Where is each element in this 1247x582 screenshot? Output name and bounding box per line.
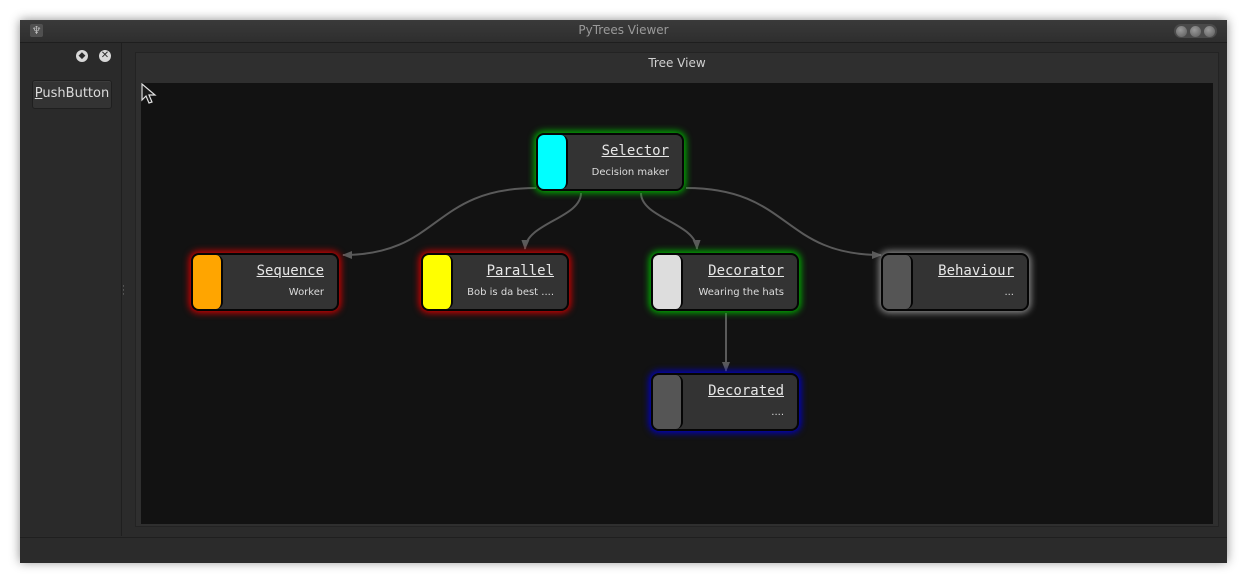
- edge-selector-decorator: [640, 192, 701, 250]
- node-description: ...: [1004, 287, 1014, 298]
- node-color-swatch: [653, 255, 683, 309]
- window-controls: [1174, 24, 1217, 38]
- splitter-handle[interactable]: · · ·: [122, 283, 125, 300]
- left-dock-panel: ◆ ✕ PushButton: [20, 43, 122, 536]
- minimize-button[interactable]: [1176, 25, 1187, 37]
- push-button-label: P: [34, 86, 43, 101]
- status-bar: [20, 537, 1227, 563]
- push-button[interactable]: PushButton: [32, 80, 112, 109]
- close-window-button[interactable]: [1204, 25, 1215, 37]
- close-icon[interactable]: ✕: [99, 50, 111, 62]
- node-decorator[interactable]: Decorator Wearing the hats: [651, 253, 799, 311]
- edge-selector-sequence: [342, 187, 537, 259]
- node-description: Bob is da best ....: [467, 287, 554, 298]
- node-decorated[interactable]: Decorated ....: [651, 373, 799, 431]
- node-name: Sequence: [256, 263, 324, 279]
- node-name: Decorator: [708, 263, 784, 279]
- float-icon[interactable]: ◆: [76, 50, 88, 62]
- title-bar[interactable]: ♆ PyTrees Viewer: [20, 20, 1227, 43]
- node-name: Parallel: [486, 263, 554, 279]
- node-color-swatch: [423, 255, 453, 309]
- node-color-swatch: [653, 375, 683, 429]
- edge-selector-behaviour: [685, 187, 882, 259]
- tree-view-title: Tree View: [648, 56, 706, 70]
- node-color-swatch: [538, 135, 568, 189]
- node-parallel[interactable]: Parallel Bob is da best ....: [421, 253, 569, 311]
- tree-view-dock: Tree View Selector Decision maker Sequen…: [135, 52, 1219, 527]
- node-name: Selector: [601, 143, 669, 159]
- node-selector[interactable]: Selector Decision maker: [536, 133, 684, 191]
- node-color-swatch: [883, 255, 913, 309]
- mouse-cursor-icon: [141, 83, 157, 104]
- edge-selector-parallel: [521, 192, 582, 250]
- node-description: Worker: [288, 287, 324, 298]
- node-behaviour[interactable]: Behaviour ...: [881, 253, 1029, 311]
- node-sequence[interactable]: Sequence Worker: [191, 253, 339, 311]
- main-window: ♆ PyTrees Viewer ◆ ✕ PushButton · · · Tree…: [20, 20, 1227, 563]
- node-description: Wearing the hats: [698, 287, 784, 298]
- tree-canvas[interactable]: Selector Decision maker Sequence Worker …: [141, 83, 1213, 524]
- node-color-swatch: [193, 255, 223, 309]
- node-description: ....: [771, 407, 784, 418]
- node-name: Decorated: [708, 383, 784, 399]
- node-name: Behaviour: [938, 263, 1014, 279]
- node-description: Decision maker: [591, 167, 669, 178]
- maximize-button[interactable]: [1190, 25, 1201, 37]
- window-title: PyTrees Viewer: [578, 23, 669, 37]
